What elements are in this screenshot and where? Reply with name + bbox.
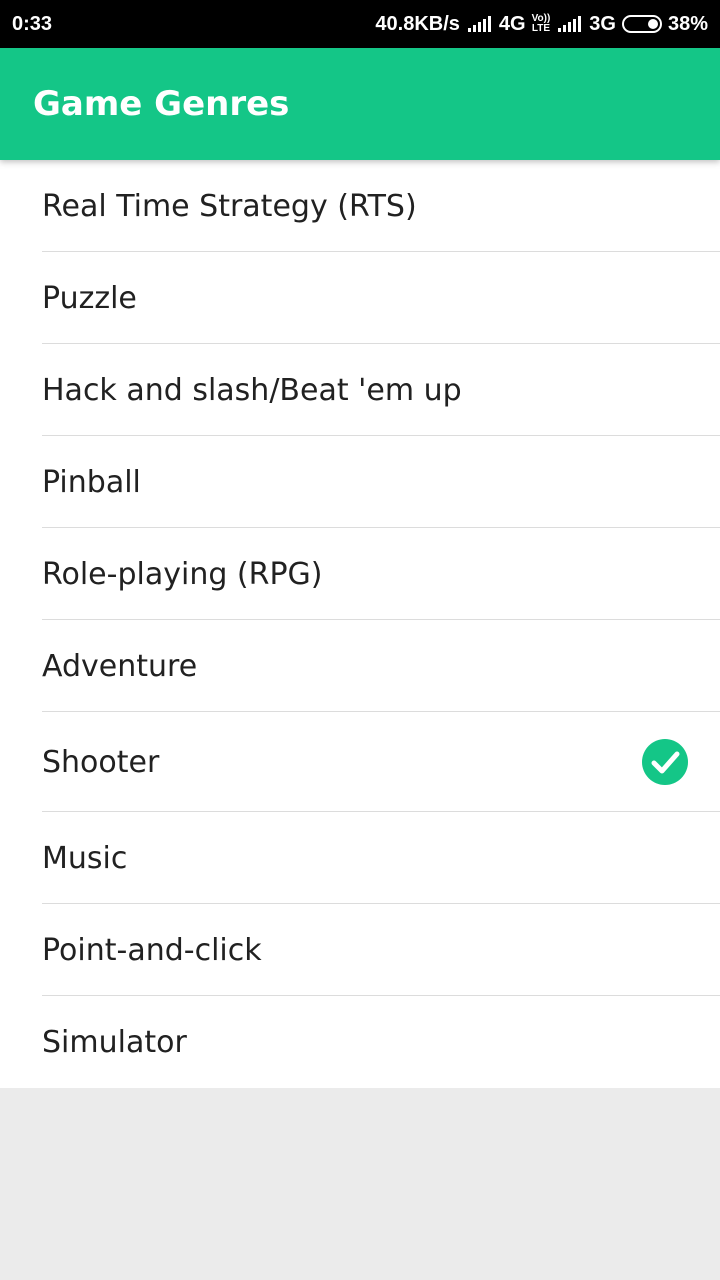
signal-icon <box>467 16 491 32</box>
volte-label-bottom: LTE <box>531 23 550 34</box>
battery-level: 38% <box>667 12 708 35</box>
genre-item-adventure[interactable]: Adventure <box>0 620 720 712</box>
app-bar: Game Genres <box>0 48 720 160</box>
genre-item-puzzle[interactable]: Puzzle <box>0 252 720 344</box>
signal-icon-2 <box>558 16 582 32</box>
genre-label: Music <box>42 840 128 876</box>
genre-item-shooter[interactable]: Shooter <box>0 712 720 812</box>
status-bar: 0:33 40.8KB/s 4G Vo)) LTE 3G 38% <box>0 0 720 48</box>
genre-label: Pinball <box>42 464 141 500</box>
volte-icon: Vo)) LTE <box>532 14 551 34</box>
genre-item-rts[interactable]: Real Time Strategy (RTS) <box>0 160 720 252</box>
genre-label: Hack and slash/Beat 'em up <box>42 372 462 408</box>
genre-label: Simulator <box>42 1024 187 1060</box>
network-speed: 40.8KB/s <box>375 12 460 35</box>
genre-label: Puzzle <box>42 280 137 316</box>
status-time: 0:33 <box>12 12 53 35</box>
network-type-1: 4G <box>498 12 526 35</box>
genre-list: Real Time Strategy (RTS) Puzzle Hack and… <box>0 160 720 1088</box>
genre-label: Point-and-click <box>42 932 262 968</box>
genre-item-pinball[interactable]: Pinball <box>0 436 720 528</box>
genre-item-hack-and-slash[interactable]: Hack and slash/Beat 'em up <box>0 344 720 436</box>
check-circle-icon <box>642 739 688 785</box>
genre-item-music[interactable]: Music <box>0 812 720 904</box>
battery-icon <box>621 15 662 33</box>
genre-item-point-and-click[interactable]: Point-and-click <box>0 904 720 996</box>
page-title: Game Genres <box>33 84 290 124</box>
genre-label: Shooter <box>42 744 160 780</box>
genre-label: Role-playing (RPG) <box>42 556 323 592</box>
genre-item-simulator[interactable]: Simulator <box>0 996 720 1088</box>
genre-item-rpg[interactable]: Role-playing (RPG) <box>0 528 720 620</box>
genre-label: Adventure <box>42 648 198 684</box>
network-type-2: 3G <box>589 12 616 35</box>
status-indicators: 40.8KB/s 4G Vo)) LTE 3G 38% <box>375 13 708 36</box>
genre-label: Real Time Strategy (RTS) <box>42 188 417 224</box>
